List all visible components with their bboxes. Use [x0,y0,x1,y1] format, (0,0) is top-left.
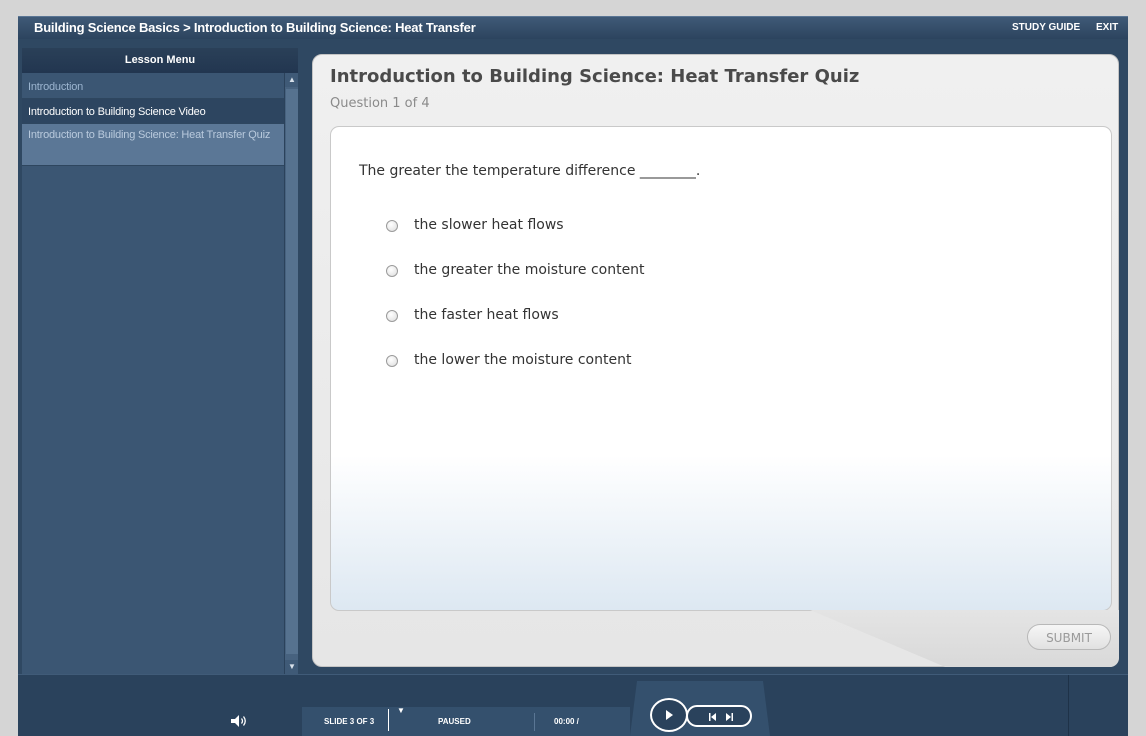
rewind-icon[interactable] [708,713,718,721]
lesson-menu-header: Lesson Menu [22,48,298,73]
menu-item-introduction[interactable]: Introduction [22,73,284,99]
play-status: PAUSED [438,717,471,726]
question-box: The greater the temperature difference _… [330,126,1112,611]
player-window: Building Science Basics > Introduction t… [0,0,1146,736]
study-guide-button[interactable]: STUDY GUIDE [1012,22,1080,33]
answer-label[interactable]: the greater the moisture content [414,262,645,278]
player-control-bar: SLIDE 3 OF 3 ▼ PAUSED 00:00 / [18,674,1128,736]
lesson-menu-list: Introduction Introduction to Building Sc… [22,73,284,166]
quiz-panel: Introduction to Building Science: Heat T… [312,54,1119,667]
playback-status-bar: SLIDE 3 OF 3 ▼ PAUSED 00:00 / [302,707,630,736]
elapsed-time: 00:00 / [554,717,579,726]
course-title: Building Science Basics > Introduction t… [34,20,476,35]
divider [1068,675,1069,736]
volume-icon[interactable] [230,714,248,728]
scroll-up-icon[interactable]: ▲ [285,73,298,87]
radio-button[interactable] [386,220,398,232]
radio-button[interactable] [386,310,398,322]
menu-scrollbar[interactable]: ▲ ▼ [284,73,298,674]
progress-marker-icon[interactable]: ▼ [397,707,405,715]
question-progress: Question 1 of 4 [330,96,430,111]
answer-label[interactable]: the slower heat flows [414,217,564,233]
scroll-thumb[interactable] [286,89,298,654]
divider [534,713,535,731]
submit-button[interactable]: SUBMIT [1027,624,1111,650]
radio-button[interactable] [386,355,398,367]
radio-button[interactable] [386,265,398,277]
slide-counter: SLIDE 3 OF 3 [324,717,375,726]
forward-icon[interactable] [724,713,734,721]
scroll-down-icon[interactable]: ▼ [285,660,298,674]
title-bar: Building Science Basics > Introduction t… [18,16,1128,39]
menu-item-video[interactable]: Introduction to Building Science Video [22,99,284,124]
play-button[interactable] [650,698,688,732]
progress-indicator [388,709,389,731]
exit-button[interactable]: EXIT [1096,22,1118,33]
seek-controls [686,705,752,727]
menu-item-quiz[interactable]: Introduction to Building Science: Heat T… [22,124,284,166]
question-text: The greater the temperature difference _… [359,163,701,179]
lesson-menu-sidebar: Lesson Menu Introduction Introduction to… [22,48,298,674]
quiz-title: Introduction to Building Science: Heat T… [330,66,860,87]
main-frame: Lesson Menu Introduction Introduction to… [18,39,1128,674]
answer-label[interactable]: the faster heat flows [414,307,559,323]
answer-label[interactable]: the lower the moisture content [414,352,631,368]
play-icon [666,710,673,720]
